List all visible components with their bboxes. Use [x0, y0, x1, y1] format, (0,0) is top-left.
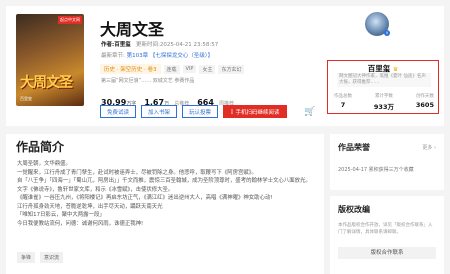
author-card: 百里玺 ♛ 网文圈冠大神作家，笔推《夏叶 仙途》名声大振，获得推荐…… 作品总数… [327, 60, 439, 114]
author-stats: 作品总数 7 累计字数 933万 创作天数 3605 [334, 93, 434, 111]
tag-chip[interactable]: 女主 [199, 64, 216, 74]
author-stat-label: 创作天数 [415, 94, 434, 99]
tag-chip[interactable]: 连载 [163, 64, 180, 74]
tag-chip[interactable]: 东方玄幻 [218, 64, 245, 74]
author-stat-value: 933万 [373, 103, 394, 111]
crown-icon: ♛ [392, 66, 399, 73]
book-tags: 历史 · 架空历史 · 卷3 连载 VIP 女主 东方玄幻 [100, 64, 245, 74]
book-meta-author: 作者:百里玺 更新时间:2025-04-21 23:58:57 [101, 40, 218, 48]
action-buttons: 免费试读 加入书架 玩认投票 ▯ 手机扫码继续阅读 🛒 [100, 105, 315, 118]
honor-panel: 作品荣誉 更多 › 2025-04-17 累积获得三万个收藏 [330, 134, 444, 190]
verified-badge-icon: v [384, 30, 390, 36]
author-stat-words: 累计字数 933万 [374, 93, 394, 111]
mobile-read-button[interactable]: ▯ 手机扫码继续阅读 [223, 105, 288, 118]
latest-chapter-link[interactable]: 第103章 【七探探龙交心（圣级）】 [127, 53, 214, 59]
phone-icon: ▯ [230, 108, 234, 115]
update-label: 更新时间: [135, 42, 160, 48]
contest-line: 第三届“网文巨浪”…… 双城文艺 参赛作品 [101, 78, 195, 84]
honor-more-link[interactable]: 更多 › [422, 144, 436, 151]
intro-paragraph: 今日我便教站流何，问德：诚谢何风雨，诛德正我神! [17, 220, 144, 227]
author-stat-value: 3605 [415, 101, 434, 109]
update-time: 2025-04-21 23:58:57 [159, 42, 219, 48]
add-shelf-button[interactable]: 加入书架 [141, 105, 178, 118]
author-link[interactable]: 百里玺 [114, 42, 131, 48]
intro-tag-chip[interactable]: 争锋 [17, 252, 36, 263]
honor-heading: 作品荣誉 [338, 143, 370, 152]
author-description: 网文圈冠大神作家，笔推《夏叶 仙途》名声大振，获得推荐…… [337, 73, 431, 87]
copyright-description: 本作品版权合作开放，详见「版权合作联系」入门了解详情，具体联系请邮联。 [338, 223, 433, 235]
intro-tag-chip[interactable]: 意识流 [40, 252, 64, 263]
copyright-contact-button[interactable]: 版权合作联系 [338, 247, 436, 259]
author-stat-works: 作品总数 7 [334, 93, 352, 111]
latest-label: 最新章节: [101, 53, 125, 59]
author-stat-label: 作品总数 [334, 94, 352, 99]
copyright-panel: 版权改编 本作品版权合作开放，详见「版权合作联系」入门了解详情，具体联系请邮联。… [330, 196, 444, 274]
book-intro-panel: 作品简介 大周圣朝，文华鼎盛。 一觉醒来，江行舟成了青门孽生，赴试时被诬弄士，尽… [6, 134, 324, 274]
mobile-read-label: 手机扫码继续阅读 [235, 109, 280, 116]
cover-publisher-tag: 起点中文网 [58, 16, 82, 24]
cart-icon[interactable]: 🛒 [304, 107, 315, 117]
book-header: 起点中文网 大周文圣 百里玺 大周文圣 作者:百里玺 更新时间:2025-04-… [6, 6, 444, 126]
category-tag[interactable]: 历史 · 架空历史 · 卷3 [100, 64, 161, 74]
intro-paragraph: 一觉醒来，江行舟成了青门孽生，赴试时被诬弄士，尽被罚除之身。他悲呼，取鞭写下《阿… [17, 169, 257, 176]
intro-paragraph: 「唯知17日影云，聚中大两露一段」 [17, 212, 105, 218]
author-card-name-text: 百里玺 [367, 64, 391, 73]
cover-author: 百里玺 [20, 96, 32, 101]
intro-body: 大周圣朝，文华鼎盛。 一觉醒来，江行舟成了青门孽生，赴试时被诬弄士，尽被罚除之身… [17, 160, 317, 228]
free-read-button[interactable]: 免费试读 [100, 105, 137, 118]
author-stat-days: 创作天数 3605 [416, 93, 434, 111]
book-cover[interactable]: 起点中文网 大周文圣 百里玺 [16, 14, 84, 106]
author-label: 作者: [101, 42, 115, 48]
book-meta-latest: 最新章节: 第103章 【七探探龙交心（圣级）】 [101, 51, 213, 59]
intro-heading: 作品简介 [16, 140, 65, 154]
intro-paragraph: 江行舟孤身劲天地，苍脆逆乾坤，出手尽天动，踊跃天南天光 [17, 203, 163, 210]
book-title: 大周文圣 [100, 20, 165, 39]
intro-paragraph: 《醒谁雀》一谷压九州，《将阳楼记》再启东坊正气，《满江红》迷出逆州大人，高唱《满… [17, 195, 273, 201]
intro-paragraph: 自「八王争」「四海一」「蜀山兀，阿房出」」千文而推，震惊三百圣翰城，成为圣阶顶尊… [17, 178, 311, 184]
author-stat-value: 7 [340, 101, 346, 109]
tag-chip[interactable]: VIP [182, 65, 197, 73]
copyright-heading: 版权改编 [338, 205, 370, 214]
intro-tags: 争锋 意识流 [17, 252, 64, 263]
honor-item: 2025-04-17 累积获得三万个收藏 [338, 167, 414, 173]
cover-title: 大周文圣 [20, 75, 73, 91]
intro-paragraph: 大周圣朝，文华鼎盛。 [17, 161, 71, 167]
vote-button[interactable]: 玩认投票 [182, 105, 219, 118]
intro-paragraph: 文字《佛说寺》，鲁轩世家文库，和示《冰雪赋》，击使状修大圣。 [17, 186, 174, 193]
author-stat-label: 累计字数 [374, 94, 393, 99]
